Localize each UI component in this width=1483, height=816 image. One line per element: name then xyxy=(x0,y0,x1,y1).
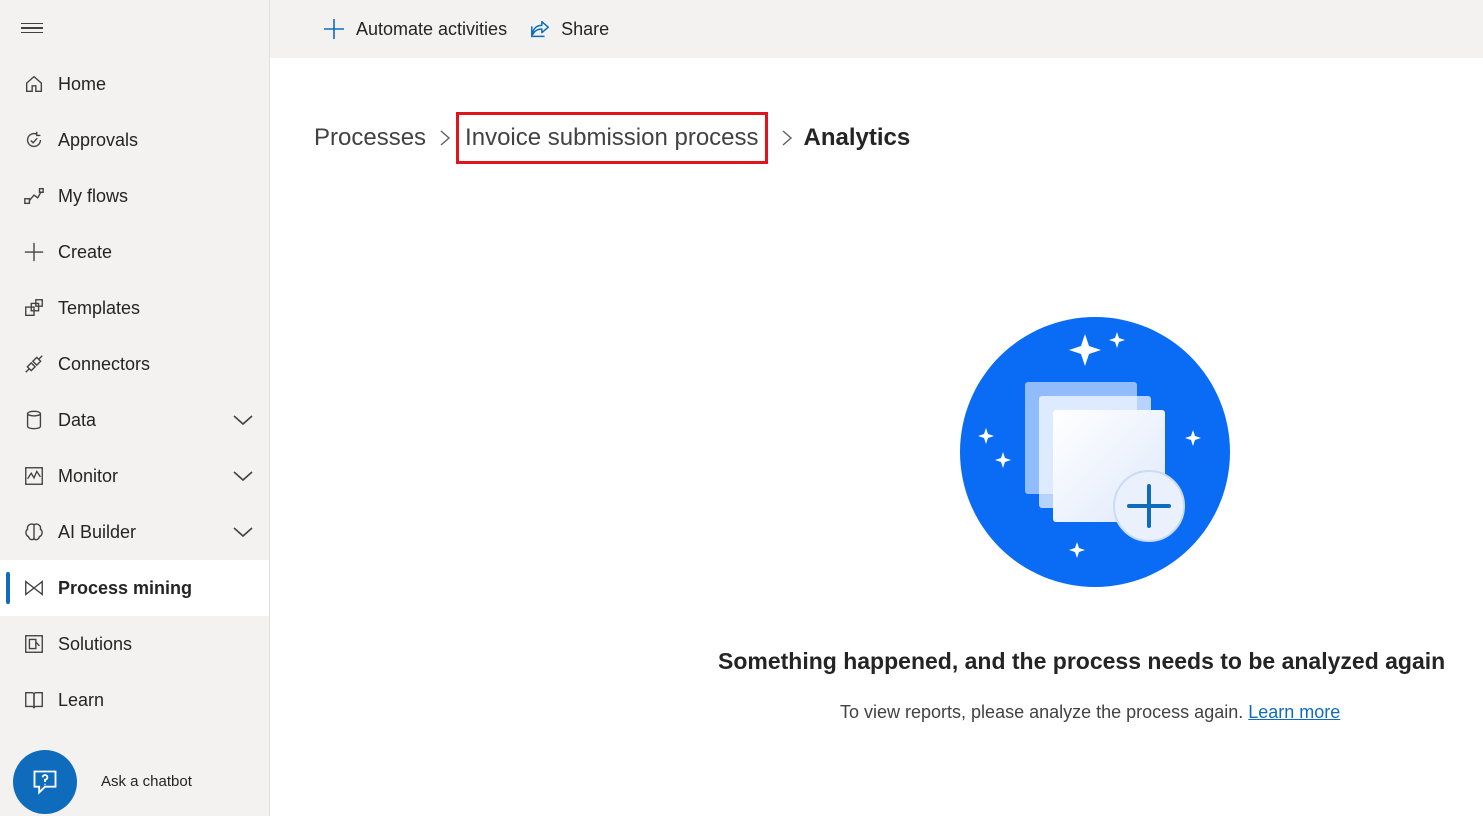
share-button[interactable]: Share xyxy=(529,18,609,40)
sidebar-item-label: Solutions xyxy=(58,633,133,654)
sidebar-item-create[interactable]: Create xyxy=(0,224,269,280)
sidebar-item-learn[interactable]: Learn xyxy=(0,672,269,728)
automate-activities-button[interactable]: Automate activities xyxy=(322,17,507,41)
sidebar-item-label: Templates xyxy=(58,297,141,318)
sidebar-item-ai-builder[interactable]: AI Builder xyxy=(0,504,269,560)
sidebar-item-label: Connectors xyxy=(58,353,151,374)
sidebar-nav: Home Approvals My flows Create Templates… xyxy=(0,56,269,728)
chatbot-label[interactable]: Ask a chatbot xyxy=(101,773,192,790)
sidebar-item-label: My flows xyxy=(58,185,129,206)
sidebar: Home Approvals My flows Create Templates… xyxy=(0,0,270,816)
share-label: Share xyxy=(561,18,610,39)
home-icon xyxy=(22,72,46,96)
sidebar-item-label: Home xyxy=(58,73,107,94)
highlight-box: Invoice submission process xyxy=(456,112,768,164)
sidebar-item-label: Approvals xyxy=(58,129,139,150)
sidebar-item-home[interactable]: Home xyxy=(0,56,269,112)
sidebar-item-process-mining[interactable]: Process mining xyxy=(0,560,269,616)
flows-icon xyxy=(22,184,46,208)
sidebar-item-templates[interactable]: Templates xyxy=(0,280,269,336)
chevron-right-icon xyxy=(780,127,794,149)
command-bar: Automate activities Share xyxy=(270,0,1483,58)
breadcrumb-current: Analytics xyxy=(803,124,911,151)
plus-icon xyxy=(22,240,46,264)
templates-icon xyxy=(22,296,46,320)
breadcrumb-processes[interactable]: Processes xyxy=(314,124,426,152)
share-icon xyxy=(531,20,550,38)
chatbot-button[interactable] xyxy=(13,750,77,814)
analyze-illustration xyxy=(960,317,1230,587)
database-icon xyxy=(22,408,46,432)
chevron-down-icon[interactable] xyxy=(231,520,255,544)
sidebar-item-label: Create xyxy=(58,241,113,262)
sidebar-item-connectors[interactable]: Connectors xyxy=(0,336,269,392)
sidebar-item-data[interactable]: Data xyxy=(0,392,269,448)
error-body: To view reports, please analyze the proc… xyxy=(840,702,1340,723)
sidebar-item-solutions[interactable]: Solutions xyxy=(0,616,269,672)
error-title: Something happened, and the process need… xyxy=(718,648,1446,674)
sidebar-item-monitor[interactable]: Monitor xyxy=(0,448,269,504)
approvals-icon xyxy=(22,128,46,152)
sidebar-item-label: Learn xyxy=(58,689,105,710)
sidebar-item-label: Process mining xyxy=(58,577,193,598)
breadcrumb-process-name[interactable]: Invoice submission process xyxy=(465,124,758,152)
brain-icon xyxy=(22,520,46,544)
process-mining-icon xyxy=(22,576,46,600)
connectors-icon xyxy=(22,352,46,376)
solutions-icon xyxy=(22,632,46,656)
plus-icon xyxy=(324,19,344,39)
chevron-right-icon xyxy=(438,127,452,149)
monitor-icon xyxy=(22,464,46,488)
automate-activities-label: Automate activities xyxy=(356,18,508,39)
sidebar-item-my-flows[interactable]: My flows xyxy=(0,168,269,224)
sidebar-item-label: Monitor xyxy=(58,465,119,486)
learn-more-link[interactable]: Learn more xyxy=(1248,702,1340,722)
sidebar-item-label: Data xyxy=(58,409,97,430)
breadcrumb: Processes Invoice submission process Ana… xyxy=(314,112,910,164)
hamburger-menu-icon[interactable] xyxy=(14,12,50,44)
sidebar-item-approvals[interactable]: Approvals xyxy=(0,112,269,168)
error-body-text: To view reports, please analyze the proc… xyxy=(840,702,1244,722)
chevron-down-icon[interactable] xyxy=(231,408,255,432)
chatbot-icon xyxy=(33,770,57,795)
chevron-down-icon[interactable] xyxy=(231,464,255,488)
sidebar-item-label: AI Builder xyxy=(58,521,137,542)
book-icon xyxy=(22,688,46,712)
